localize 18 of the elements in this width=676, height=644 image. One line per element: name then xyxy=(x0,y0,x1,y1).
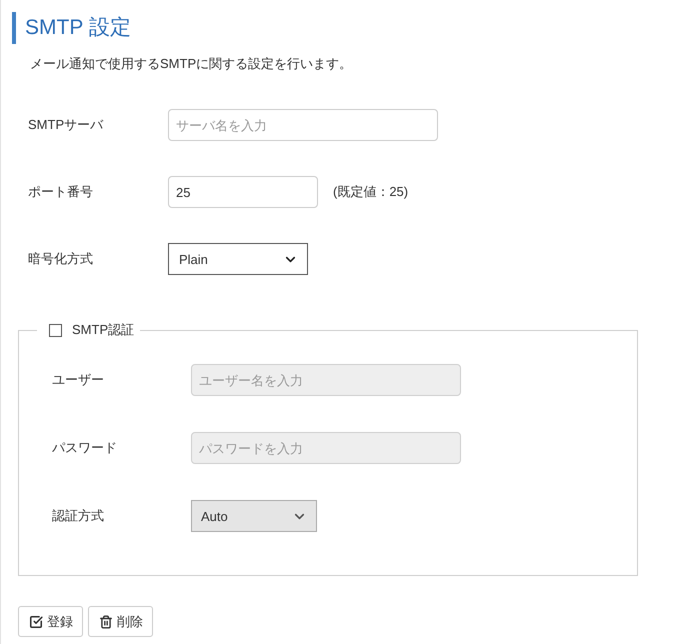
delete-button[interactable]: 削除 xyxy=(88,606,153,637)
page-title: SMTP 設定 xyxy=(12,12,131,44)
default-value-note: (既定値：25) xyxy=(333,183,408,201)
select-dropdown[interactable]: Plain xyxy=(168,243,308,275)
field-label: ユーザー xyxy=(52,371,105,389)
field-label: 暗号化方式 xyxy=(28,250,94,268)
field-label: SMTPサーバ xyxy=(28,116,104,134)
input-field[interactable]: サーバ名を入力 xyxy=(168,109,438,141)
checkbox-label: SMTP認証 xyxy=(72,321,134,339)
input-field[interactable]: 25 xyxy=(168,176,318,208)
check-square-icon xyxy=(29,614,43,628)
page-description: メール通知で使用するSMTPに関する設定を行います。 xyxy=(30,55,352,73)
field-label: ポート番号 xyxy=(28,183,94,201)
checkbox[interactable] xyxy=(49,324,62,336)
trash-icon xyxy=(99,614,113,628)
field-label: パスワード xyxy=(52,439,118,457)
register-button[interactable]: 登録 xyxy=(18,606,83,637)
field-label: 認証方式 xyxy=(52,507,105,525)
